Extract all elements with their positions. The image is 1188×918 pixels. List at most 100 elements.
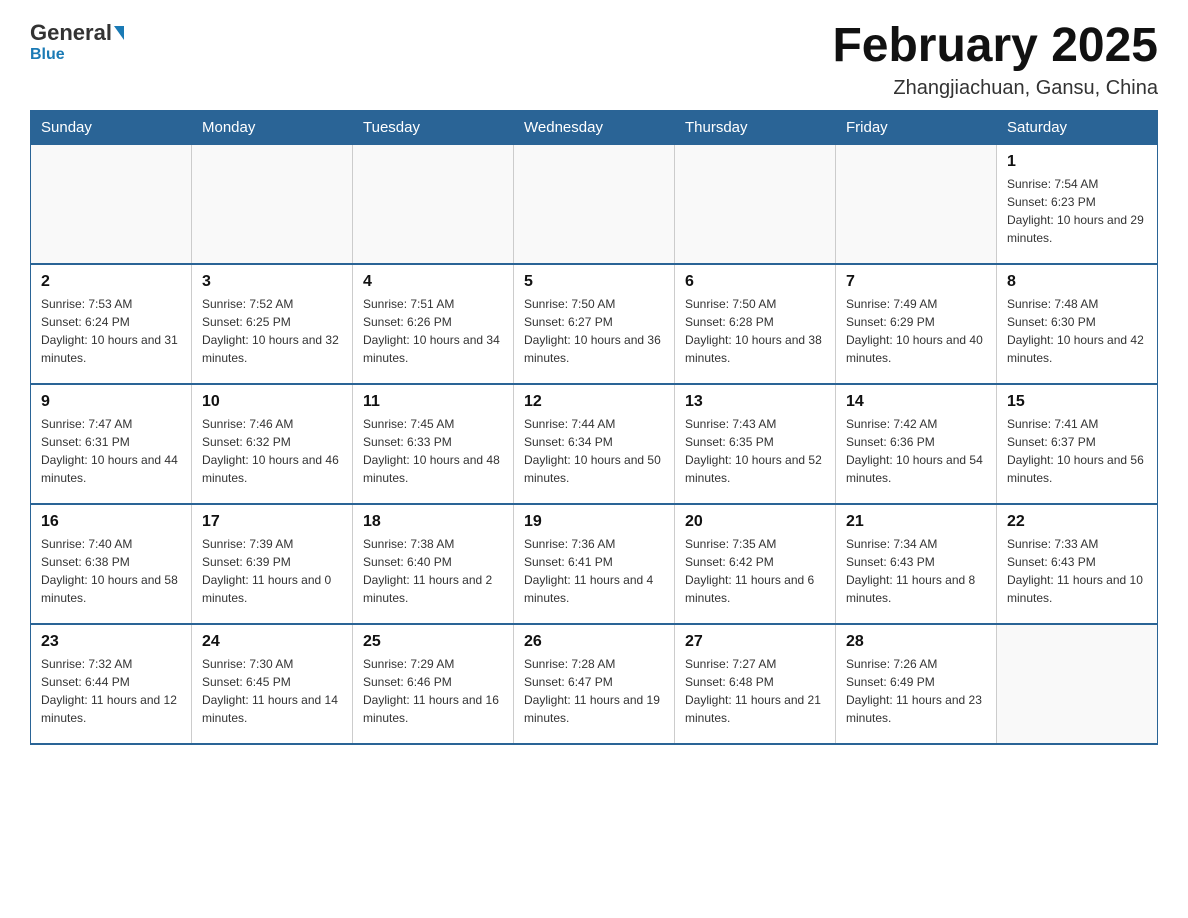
calendar-day-cell: 17 Sunrise: 7:39 AM Sunset: 6:39 PM Dayli… <box>192 504 353 624</box>
calendar-header: SundayMondayTuesdayWednesdayThursdayFrid… <box>31 110 1158 144</box>
calendar-day-cell: 9 Sunrise: 7:47 AM Sunset: 6:31 PM Daylig… <box>31 384 192 504</box>
day-info: Sunrise: 7:42 AM Sunset: 6:36 PM Dayligh… <box>846 415 986 487</box>
day-info: Sunrise: 7:35 AM Sunset: 6:42 PM Dayligh… <box>685 535 825 607</box>
calendar-day-cell: 15 Sunrise: 7:41 AM Sunset: 6:37 PM Dayli… <box>997 384 1158 504</box>
day-number: 20 <box>685 513 825 531</box>
calendar-day-cell: 27Sunrise: 7:27 AM Sunset: 6:48 PM Dayli… <box>675 624 836 744</box>
day-info: Sunrise: 7:50 AM Sunset: 6:27 PM Dayligh… <box>524 295 664 367</box>
day-number: 9 <box>41 393 181 411</box>
calendar-week-row: 23 Sunrise: 7:32 AM Sunset: 6:44 PM Dayli… <box>31 624 1158 744</box>
day-info: Sunrise: 7:41 AM Sunset: 6:37 PM Dayligh… <box>1007 415 1147 487</box>
calendar-day-cell <box>353 144 514 264</box>
calendar-day-cell: 19 Sunrise: 7:36 AM Sunset: 6:41 PM Dayli… <box>514 504 675 624</box>
calendar-week-row: 9 Sunrise: 7:47 AM Sunset: 6:31 PM Daylig… <box>31 384 1158 504</box>
day-number: 11 <box>363 393 503 411</box>
weekday-header-saturday: Saturday <box>997 110 1158 144</box>
day-info: Sunrise: 7:43 AM Sunset: 6:35 PM Dayligh… <box>685 415 825 487</box>
day-info: Sunrise: 7:38 AM Sunset: 6:40 PM Dayligh… <box>363 535 503 607</box>
calendar-day-cell: 14 Sunrise: 7:42 AM Sunset: 6:36 PM Dayli… <box>836 384 997 504</box>
calendar-day-cell: 10 Sunrise: 7:46 AM Sunset: 6:32 PM Dayli… <box>192 384 353 504</box>
day-info: Sunrise: 7:39 AM Sunset: 6:39 PM Dayligh… <box>202 535 342 607</box>
day-number: 27 <box>685 633 825 651</box>
day-info: Sunrise: 7:33 AM Sunset: 6:43 PM Dayligh… <box>1007 535 1147 607</box>
calendar-day-cell: 1 Sunrise: 7:54 AM Sunset: 6:23 PM Daylig… <box>997 144 1158 264</box>
calendar-day-cell <box>192 144 353 264</box>
weekday-header-wednesday: Wednesday <box>514 110 675 144</box>
day-number: 14 <box>846 393 986 411</box>
calendar-day-cell <box>675 144 836 264</box>
calendar-body: 1 Sunrise: 7:54 AM Sunset: 6:23 PM Daylig… <box>31 144 1158 744</box>
day-number: 5 <box>524 273 664 291</box>
calendar-day-cell: 16Sunrise: 7:40 AM Sunset: 6:38 PM Dayli… <box>31 504 192 624</box>
calendar-day-cell: 13Sunrise: 7:43 AM Sunset: 6:35 PM Dayli… <box>675 384 836 504</box>
logo-blue-text: Blue <box>30 46 65 64</box>
day-info: Sunrise: 7:46 AM Sunset: 6:32 PM Dayligh… <box>202 415 342 487</box>
calendar-day-cell: 7Sunrise: 7:49 AM Sunset: 6:29 PM Daylig… <box>836 264 997 384</box>
calendar-day-cell <box>514 144 675 264</box>
weekday-header-tuesday: Tuesday <box>353 110 514 144</box>
day-number: 23 <box>41 633 181 651</box>
day-info: Sunrise: 7:48 AM Sunset: 6:30 PM Dayligh… <box>1007 295 1147 367</box>
day-number: 24 <box>202 633 342 651</box>
day-number: 10 <box>202 393 342 411</box>
day-info: Sunrise: 7:26 AM Sunset: 6:49 PM Dayligh… <box>846 655 986 727</box>
day-number: 3 <box>202 273 342 291</box>
day-number: 8 <box>1007 273 1147 291</box>
day-info: Sunrise: 7:47 AM Sunset: 6:31 PM Dayligh… <box>41 415 181 487</box>
logo-general-text: General <box>30 20 112 46</box>
weekday-header-thursday: Thursday <box>675 110 836 144</box>
day-info: Sunrise: 7:50 AM Sunset: 6:28 PM Dayligh… <box>685 295 825 367</box>
calendar-day-cell: 23 Sunrise: 7:32 AM Sunset: 6:44 PM Dayli… <box>31 624 192 744</box>
day-number: 19 <box>524 513 664 531</box>
day-number: 4 <box>363 273 503 291</box>
calendar-day-cell: 20 Sunrise: 7:35 AM Sunset: 6:42 PM Dayli… <box>675 504 836 624</box>
day-number: 2 <box>41 273 181 291</box>
calendar-day-cell: 26 Sunrise: 7:28 AM Sunset: 6:47 PM Dayli… <box>514 624 675 744</box>
calendar-day-cell <box>31 144 192 264</box>
calendar-day-cell: 5 Sunrise: 7:50 AM Sunset: 6:27 PM Daylig… <box>514 264 675 384</box>
calendar-day-cell <box>997 624 1158 744</box>
day-number: 17 <box>202 513 342 531</box>
calendar-day-cell: 24 Sunrise: 7:30 AM Sunset: 6:45 PM Dayli… <box>192 624 353 744</box>
weekday-header-friday: Friday <box>836 110 997 144</box>
day-info: Sunrise: 7:36 AM Sunset: 6:41 PM Dayligh… <box>524 535 664 607</box>
month-title: February 2025 <box>832 20 1158 73</box>
calendar-day-cell: 18 Sunrise: 7:38 AM Sunset: 6:40 PM Dayli… <box>353 504 514 624</box>
calendar-week-row: 16Sunrise: 7:40 AM Sunset: 6:38 PM Dayli… <box>31 504 1158 624</box>
day-number: 26 <box>524 633 664 651</box>
weekday-header-monday: Monday <box>192 110 353 144</box>
day-info: Sunrise: 7:30 AM Sunset: 6:45 PM Dayligh… <box>202 655 342 727</box>
logo-arrow-icon <box>114 26 124 40</box>
calendar-day-cell: 2 Sunrise: 7:53 AM Sunset: 6:24 PM Daylig… <box>31 264 192 384</box>
calendar-day-cell: 4 Sunrise: 7:51 AM Sunset: 6:26 PM Daylig… <box>353 264 514 384</box>
calendar-day-cell: 8 Sunrise: 7:48 AM Sunset: 6:30 PM Daylig… <box>997 264 1158 384</box>
day-info: Sunrise: 7:29 AM Sunset: 6:46 PM Dayligh… <box>363 655 503 727</box>
day-info: Sunrise: 7:51 AM Sunset: 6:26 PM Dayligh… <box>363 295 503 367</box>
day-info: Sunrise: 7:28 AM Sunset: 6:47 PM Dayligh… <box>524 655 664 727</box>
day-number: 28 <box>846 633 986 651</box>
day-info: Sunrise: 7:54 AM Sunset: 6:23 PM Dayligh… <box>1007 175 1147 247</box>
day-number: 16 <box>41 513 181 531</box>
calendar-week-row: 2 Sunrise: 7:53 AM Sunset: 6:24 PM Daylig… <box>31 264 1158 384</box>
page-header: General Blue February 2025 Zhangjiachuan… <box>30 20 1158 100</box>
location-title: Zhangjiachuan, Gansu, China <box>832 77 1158 100</box>
day-number: 21 <box>846 513 986 531</box>
calendar-day-cell: 12Sunrise: 7:44 AM Sunset: 6:34 PM Dayli… <box>514 384 675 504</box>
calendar-day-cell: 6Sunrise: 7:50 AM Sunset: 6:28 PM Daylig… <box>675 264 836 384</box>
day-number: 7 <box>846 273 986 291</box>
calendar-day-cell: 3 Sunrise: 7:52 AM Sunset: 6:25 PM Daylig… <box>192 264 353 384</box>
day-info: Sunrise: 7:44 AM Sunset: 6:34 PM Dayligh… <box>524 415 664 487</box>
day-info: Sunrise: 7:32 AM Sunset: 6:44 PM Dayligh… <box>41 655 181 727</box>
day-info: Sunrise: 7:52 AM Sunset: 6:25 PM Dayligh… <box>202 295 342 367</box>
calendar-day-cell: 28 Sunrise: 7:26 AM Sunset: 6:49 PM Dayli… <box>836 624 997 744</box>
day-number: 15 <box>1007 393 1147 411</box>
weekday-header-row: SundayMondayTuesdayWednesdayThursdayFrid… <box>31 110 1158 144</box>
day-number: 18 <box>363 513 503 531</box>
calendar-day-cell: 21Sunrise: 7:34 AM Sunset: 6:43 PM Dayli… <box>836 504 997 624</box>
day-info: Sunrise: 7:53 AM Sunset: 6:24 PM Dayligh… <box>41 295 181 367</box>
logo: General Blue <box>30 20 124 64</box>
day-number: 1 <box>1007 153 1147 171</box>
calendar-week-row: 1 Sunrise: 7:54 AM Sunset: 6:23 PM Daylig… <box>31 144 1158 264</box>
title-block: February 2025 Zhangjiachuan, Gansu, Chin… <box>832 20 1158 100</box>
calendar-table: SundayMondayTuesdayWednesdayThursdayFrid… <box>30 110 1158 746</box>
